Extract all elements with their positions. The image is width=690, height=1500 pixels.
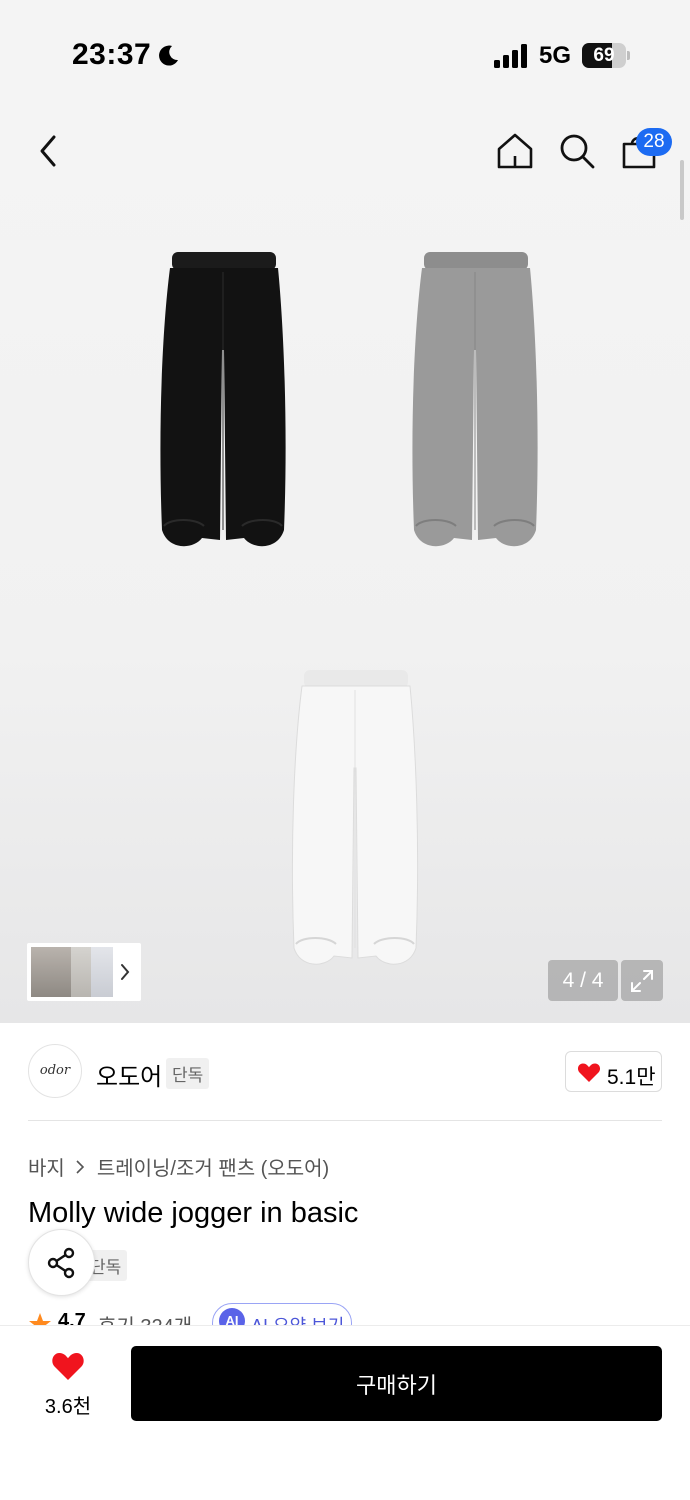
brand-like-button[interactable]: 5.1만 [565,1051,662,1092]
signal-icon [494,44,527,68]
thumbnail-image[interactable] [91,947,113,997]
star-icon [29,1313,51,1325]
heart-icon[interactable] [51,1351,85,1381]
search-icon[interactable] [558,132,596,170]
share-button[interactable] [28,1229,95,1296]
status-bar: 23:37 5G 69 [0,0,690,100]
brand-row: odor 오도어 단독 5.1만 [0,1023,690,1121]
divider [28,1120,662,1121]
product-image-black-pants [160,252,286,547]
brand-name[interactable]: 오도어 [96,1057,162,1092]
brand-like-count: 5.1만 [607,1066,656,1089]
product-image-grey-pants [412,252,538,547]
exclusive-badge: 단독 [166,1058,210,1089]
review-count-link[interactable]: 후기 324개 [98,1310,192,1325]
scroll-indicator [680,160,684,220]
wishlist-count: 3.6천 [44,1396,92,1418]
rating-value: 4.7 [58,1310,86,1325]
heart-icon [577,1063,601,1082]
breadcrumb-item-category[interactable]: 바지 [28,1152,65,1181]
product-title: Molly wide jogger in basic [28,1197,359,1229]
chevron-right-icon [76,1159,84,1174]
image-page-counter: 4 / 4 [548,960,618,1001]
ai-summary-label: AI 요약 보기 [251,1312,344,1325]
bottom-action-bar: 3.6천 구매하기 [0,1325,690,1500]
share-icon [47,1247,75,1279]
battery-icon: 69 [582,43,626,68]
chevron-right-icon[interactable] [119,962,131,982]
expand-image-button[interactable] [621,960,663,1001]
cart-count-badge: 28 [636,128,672,156]
ai-icon: AI [219,1308,245,1325]
home-icon[interactable] [496,132,534,170]
thumbnail-strip[interactable] [27,943,141,1001]
brand-logo[interactable]: odor [28,1044,82,1098]
back-icon[interactable] [34,133,64,169]
ai-summary-button[interactable]: AI AI 요약 보기 [212,1303,352,1325]
battery-percent: 69 [593,45,615,66]
breadcrumb: 바지 트레이닝/조거 팬츠 (오도어) [28,1152,329,1181]
buy-button[interactable]: 구매하기 [131,1346,662,1421]
breadcrumb-item-subcategory[interactable]: 트레이닝/조거 팬츠 (오도어) [97,1152,329,1181]
expand-icon [631,970,653,992]
status-time: 23:37 [72,38,152,71]
product-image-white-pants [291,670,419,965]
moon-icon [159,45,178,66]
battery-tip [627,51,630,60]
network-type: 5G [539,42,572,69]
rating-row: 4.7 후기 324개 AI AI 요약 보기 [28,1303,688,1325]
